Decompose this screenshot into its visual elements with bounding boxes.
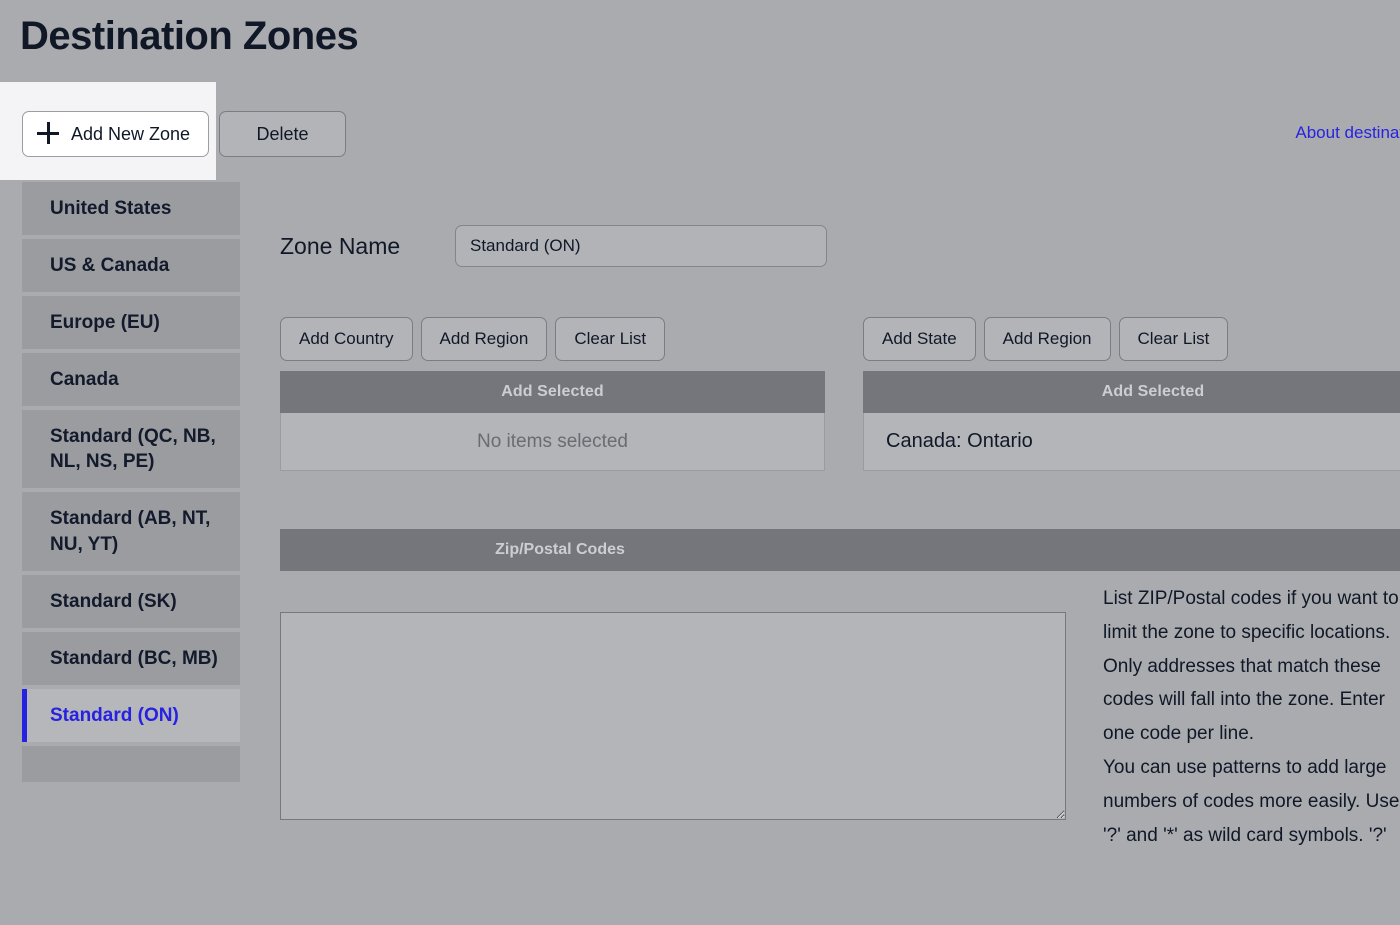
country-panel-empty-text: No items selected [281, 431, 824, 453]
plus-icon [37, 122, 59, 144]
sidebar-item-standard-sk[interactable]: Standard (SK) [22, 575, 240, 628]
clear-list-button-left[interactable]: Clear List [555, 317, 665, 361]
add-region-button-right[interactable]: Add Region [984, 317, 1111, 361]
country-panel-body: No items selected [280, 413, 825, 471]
sidebar-item-standard-ab-nt-nu-yt[interactable]: Standard (AB, NT, NU, YT) [22, 492, 240, 570]
sidebar-item-standard-on[interactable]: Standard (ON) [22, 689, 240, 742]
zone-name-row: Zone Name [280, 225, 827, 267]
list-item: Canada: Ontario [864, 430, 1400, 454]
sidebar-item-standard-bc-mb[interactable]: Standard (BC, MB) [22, 632, 240, 685]
zip-help-paragraph-2: You can use patterns to add large number… [1103, 751, 1400, 852]
sidebar-item-standard-qc-nb-nl-ns-pe[interactable]: Standard (QC, NB, NL, NS, PE) [22, 410, 240, 488]
country-panel-buttons: Add Country Add Region Clear List [280, 317, 825, 361]
state-panel-body: Canada: Ontario [863, 413, 1400, 471]
add-new-zone-label: Add New Zone [71, 124, 190, 144]
zip-postal-codes-header-label: Zip/Postal Codes [495, 541, 625, 559]
sidebar-item-europe-eu[interactable]: Europe (EU) [22, 296, 240, 349]
about-destination-zones-link[interactable]: About destination z [1295, 123, 1400, 143]
add-new-zone-button[interactable]: Add New Zone [22, 111, 209, 157]
zip-postal-codes-help-text: List ZIP/Postal codes if you want to lim… [1103, 582, 1400, 853]
zip-postal-codes-textarea[interactable] [280, 612, 1066, 820]
state-item-label: Canada: Ontario [886, 430, 1033, 453]
state-panel-buttons: Add State Add Region Clear List [863, 317, 1400, 361]
delete-button[interactable]: Delete [219, 111, 346, 157]
add-region-button-left[interactable]: Add Region [421, 317, 548, 361]
sidebar-item-united-states[interactable]: United States [22, 182, 240, 235]
sidebar-item-next[interactable] [22, 746, 240, 782]
zone-editor-panel: Zone Name Add Country Add Region Clear L… [260, 182, 1400, 925]
state-panel-header[interactable]: Add Selected [863, 371, 1400, 413]
zip-help-paragraph-1: List ZIP/Postal codes if you want to lim… [1103, 582, 1400, 751]
add-state-button[interactable]: Add State [863, 317, 976, 361]
country-panel-header[interactable]: Add Selected [280, 371, 825, 413]
page-title: Destination Zones [20, 14, 358, 58]
add-country-button[interactable]: Add Country [280, 317, 413, 361]
zone-name-label: Zone Name [280, 233, 455, 260]
clear-list-button-right[interactable]: Clear List [1119, 317, 1229, 361]
zip-postal-codes-header[interactable]: Zip/Postal Codes [280, 529, 1400, 571]
sidebar-item-canada[interactable]: Canada [22, 353, 240, 406]
sidebar-item-us-and-canada[interactable]: US & Canada [22, 239, 240, 292]
state-selection-panel: Add State Add Region Clear List Add Sele… [863, 317, 1400, 471]
zone-list-sidebar: United States US & Canada Europe (EU) Ca… [22, 182, 240, 925]
selection-panels: Add Country Add Region Clear List Add Se… [280, 317, 1400, 471]
zone-name-input[interactable] [455, 225, 827, 267]
country-selection-panel: Add Country Add Region Clear List Add Se… [280, 317, 825, 471]
